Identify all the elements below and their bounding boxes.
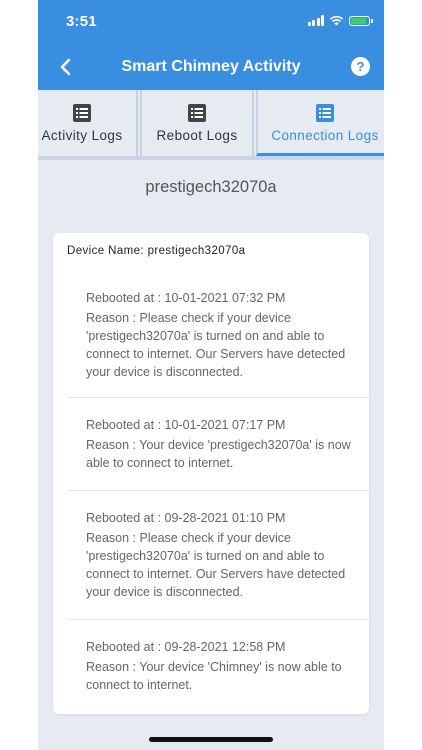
tab-label: Reboot Logs bbox=[156, 128, 238, 143]
list-icon bbox=[73, 104, 91, 122]
list-icon bbox=[316, 104, 334, 122]
tab-label: Connection Logs bbox=[271, 128, 379, 143]
status-time: 3:51 bbox=[66, 13, 97, 30]
wifi-icon bbox=[329, 15, 344, 26]
reboot-timestamp: Rebooted at : 09-28-2021 01:10 PM bbox=[86, 511, 286, 525]
reboot-reason: Reason : Your device 'prestigech32070a' … bbox=[86, 438, 351, 470]
connection-log-card: Device Name: prestigech32070a Rebooted a… bbox=[53, 233, 369, 714]
log-entry: Rebooted at : 10-01-2021 07:17 PM Reason… bbox=[67, 398, 369, 491]
log-tabs: Activity Logs Reboot Logs Connection Log… bbox=[38, 90, 384, 160]
cellular-signal-icon bbox=[307, 15, 324, 26]
status-icons bbox=[307, 15, 373, 26]
tab-label: Activity Logs bbox=[41, 128, 123, 143]
log-entry: Rebooted at : 10-01-2021 07:32 PM Reason… bbox=[67, 276, 369, 398]
navigation-bar: Smart Chimney Activity ? bbox=[38, 44, 384, 90]
reboot-timestamp: Rebooted at : 10-01-2021 07:17 PM bbox=[86, 418, 286, 432]
reboot-timestamp: Rebooted at : 09-28-2021 12:58 PM bbox=[86, 640, 286, 654]
tab-connection-logs[interactable]: Connection Logs bbox=[256, 90, 384, 156]
reboot-timestamp: Rebooted at : 10-01-2021 07:32 PM bbox=[86, 291, 286, 305]
home-indicator bbox=[149, 737, 273, 742]
status-bar: 3:51 bbox=[38, 0, 384, 44]
app-screen: 3:51 Smart Chimney Activity ? Activity L… bbox=[38, 0, 384, 750]
reboot-reason: Reason : Please check if your device 'pr… bbox=[86, 531, 346, 599]
device-heading: prestigech32070a bbox=[145, 178, 277, 196]
device-name-label: Device Name: prestigech32070a bbox=[67, 245, 246, 257]
tab-divider bbox=[38, 156, 384, 160]
help-button[interactable]: ? bbox=[351, 57, 370, 76]
tab-reboot-logs[interactable]: Reboot Logs bbox=[140, 90, 254, 156]
list-icon bbox=[188, 104, 206, 122]
battery-icon bbox=[349, 15, 373, 26]
reboot-reason: Reason : Your device 'Chimney' is now ab… bbox=[86, 660, 342, 692]
log-entry: Rebooted at : 09-28-2021 12:58 PM Reason… bbox=[67, 620, 369, 710]
reboot-reason: Reason : Please check if your device 'pr… bbox=[86, 311, 346, 379]
page-title: Smart Chimney Activity bbox=[121, 58, 301, 75]
tab-activity-logs[interactable]: Activity Logs bbox=[38, 90, 138, 156]
log-entry: Rebooted at : 09-28-2021 01:10 PM Reason… bbox=[67, 491, 369, 620]
